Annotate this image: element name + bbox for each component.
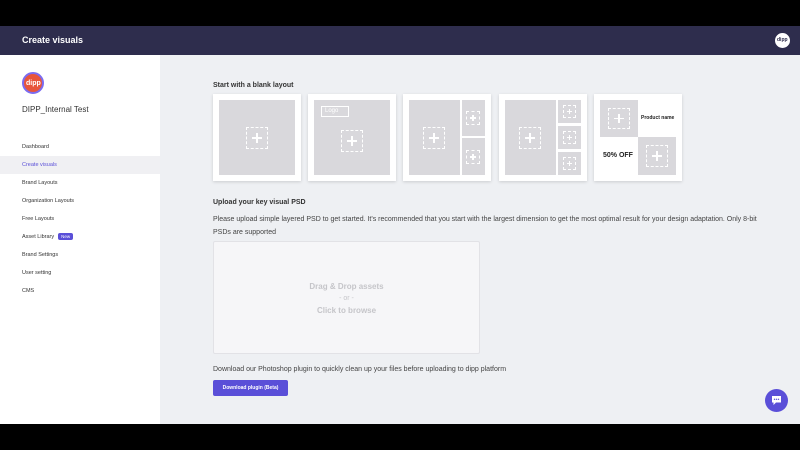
app-window: Create visuals dipp dipp DIPP_Internal T… [0,26,800,424]
layout-placeholder [462,100,485,136]
layout-placeholder [409,100,460,175]
layout-placeholder [505,100,556,175]
layout-card-logo[interactable]: Logo [308,94,396,181]
drop-title: Drag & Drop assets [309,282,384,291]
add-image-icon [423,127,445,149]
add-image-icon [341,130,363,152]
sidebar-item-label: Create visuals [22,162,57,168]
sidebar-item-label: Dashboard [22,144,49,150]
sidebar-item-cms[interactable]: CMS [0,282,160,300]
sidebar-item-user-setting[interactable]: User setting [0,264,160,282]
layout-placeholder [462,138,485,175]
brand-logo-text: dipp [777,37,788,43]
blank-layout-heading: Start with a blank layout [213,82,294,89]
layout-card-split-2[interactable] [403,94,491,181]
add-image-icon [608,108,630,129]
sidebar-item-label: Organization Layouts [22,198,74,204]
add-image-icon [466,150,480,164]
main-content: Start with a blank layout Logo Product n… [160,55,800,424]
sidebar-item-label: Brand Layouts [22,180,58,186]
sidebar-item-brand-settings[interactable]: Brand Settings [0,246,160,264]
add-image-icon [563,131,576,144]
layout-placeholder [638,137,676,175]
sidebar-item-label: Brand Settings [22,252,59,258]
sidebar-item-organization-layouts[interactable]: Organization Layouts [0,192,160,210]
layout-card-split-3[interactable] [499,94,587,181]
add-image-icon [563,105,576,118]
new-badge: New [58,233,74,241]
layout-card-product[interactable]: Product name 50% OFF [594,94,682,181]
sidebar-item-asset-library[interactable]: Asset Library New [0,228,160,246]
sidebar-item-create-visuals[interactable]: Create visuals [0,156,160,174]
product-name-label: Product name [641,115,675,121]
add-image-icon [646,145,668,167]
org-logo-icon: dipp [22,72,44,94]
page-title: Create visuals [22,35,84,45]
sidebar-item-label: Free Layouts [22,216,55,222]
add-image-icon [519,127,541,149]
chat-button[interactable] [765,389,788,412]
sidebar-item-free-layouts[interactable]: Free Layouts [0,210,160,228]
sidebar-item-label: Asset Library [22,234,55,240]
sidebar-item-label: CMS [22,288,35,294]
layout-placeholder [600,100,638,137]
file-drop-zone[interactable]: Drag & Drop assets - or - Click to brows… [213,241,480,354]
chat-icon [772,396,781,405]
layout-placeholder [558,126,581,149]
sidebar-item-label: User setting [22,270,52,276]
sidebar: dipp DIPP_Internal Test Dashboard Create… [0,55,160,424]
upload-description: Please upload simple layered PSD to get … [213,216,757,236]
layout-placeholder: Logo [314,100,390,175]
drop-separator: - or - [339,295,354,302]
upload-heading: Upload your key visual PSD [213,199,306,206]
layout-placeholder [219,100,295,175]
sidebar-nav: Dashboard Create visuals Brand Layouts O… [0,138,160,300]
browse-link[interactable]: Click to browse [214,306,479,315]
layout-placeholder [558,100,581,123]
sidebar-item-brand-layouts[interactable]: Brand Layouts [0,174,160,192]
org-logo-text: dipp [26,80,41,87]
layout-placeholder [558,152,581,175]
screen-frame: Create visuals dipp dipp DIPP_Internal T… [0,0,800,450]
add-image-icon [563,157,576,170]
logo-placeholder-label: Logo [321,106,349,117]
sidebar-item-dashboard[interactable]: Dashboard [0,138,160,156]
add-image-icon [246,127,268,149]
org-name: DIPP_Internal Test [22,105,89,114]
discount-label: 50% OFF [603,152,633,159]
download-plugin-button[interactable]: Download plugin (Beta) [213,380,288,396]
add-image-icon [466,111,480,125]
layout-card-single[interactable] [213,94,301,181]
brand-logo-icon[interactable]: dipp [775,33,790,48]
top-bar: Create visuals dipp [0,26,800,55]
plugin-description: Download our Photoshop plugin to quickly… [213,366,507,373]
